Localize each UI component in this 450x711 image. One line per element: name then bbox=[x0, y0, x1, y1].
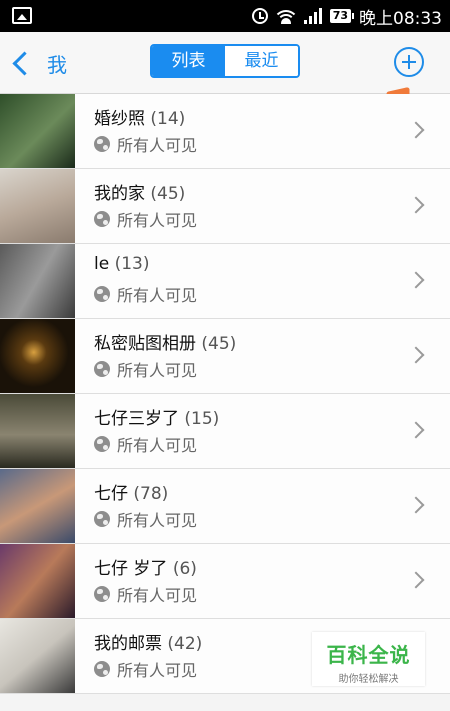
chevron-left-icon bbox=[12, 50, 37, 76]
watermark-subtitle: 助你轻松解决 bbox=[338, 674, 399, 685]
album-privacy: 所有人可见 bbox=[117, 136, 198, 155]
chevron-right-icon bbox=[407, 121, 425, 139]
status-bar-right: 73 晚上08:33 bbox=[251, 0, 442, 32]
gallery-icon bbox=[12, 7, 32, 24]
album-count: (42) bbox=[167, 634, 203, 654]
album-title: 七仔 bbox=[94, 484, 128, 504]
album-list: 婚纱照 (14) 所有人可见 我的家 (45) 所有人可见 le (13) 所有… bbox=[0, 94, 450, 694]
album-row[interactable]: 七仔 岁了 (6) 所有人可见 bbox=[0, 544, 450, 619]
status-time: 晚上08:33 bbox=[359, 8, 442, 29]
globe-icon bbox=[94, 586, 110, 602]
back-button[interactable]: 我 bbox=[10, 46, 67, 80]
album-count: (6) bbox=[172, 559, 197, 579]
album-count: (14) bbox=[150, 109, 186, 129]
album-thumbnail bbox=[0, 469, 75, 543]
album-privacy: 所有人可见 bbox=[117, 586, 198, 605]
album-count: (78) bbox=[133, 484, 169, 504]
tab-list[interactable]: 列表 bbox=[152, 46, 225, 76]
album-title: 七仔三岁了 bbox=[94, 409, 179, 429]
globe-icon bbox=[94, 511, 110, 527]
globe-icon bbox=[94, 661, 110, 677]
album-thumbnail bbox=[0, 94, 75, 168]
album-privacy: 所有人可见 bbox=[117, 286, 198, 305]
globe-icon bbox=[94, 286, 110, 302]
album-count: (45) bbox=[201, 334, 237, 354]
album-title: 七仔 岁了 bbox=[94, 559, 168, 579]
album-count: (13) bbox=[114, 254, 150, 274]
chevron-right-icon bbox=[407, 196, 425, 214]
globe-icon bbox=[94, 136, 110, 152]
globe-icon bbox=[94, 361, 110, 377]
signal-icon bbox=[303, 8, 322, 24]
album-thumbnail bbox=[0, 619, 75, 693]
album-thumbnail bbox=[0, 169, 75, 243]
album-thumbnail bbox=[0, 394, 75, 468]
chevron-right-icon bbox=[407, 346, 425, 364]
chevron-right-icon bbox=[407, 571, 425, 589]
album-privacy: 所有人可见 bbox=[117, 361, 198, 380]
add-album-button[interactable] bbox=[394, 47, 424, 77]
album-title: 我的家 bbox=[94, 184, 145, 204]
album-row[interactable]: 我的家 (45) 所有人可见 bbox=[0, 169, 450, 244]
album-privacy: 所有人可见 bbox=[117, 661, 198, 680]
album-privacy: 所有人可见 bbox=[117, 511, 198, 530]
status-bar: 73 晚上08:33 bbox=[0, 0, 450, 32]
album-title: le bbox=[94, 254, 110, 274]
album-title: 婚纱照 bbox=[94, 109, 145, 129]
album-thumbnail bbox=[0, 244, 75, 318]
chevron-right-icon bbox=[407, 421, 425, 439]
watermark-logo: 百科全说 助你轻松解决 bbox=[312, 632, 425, 686]
album-title: 我的邮票 bbox=[94, 634, 162, 654]
nav-bar: 我 列表 最近 bbox=[0, 32, 450, 94]
album-title: 私密贴图相册 bbox=[94, 334, 196, 354]
globe-icon bbox=[94, 211, 110, 227]
album-privacy: 所有人可见 bbox=[117, 211, 198, 230]
view-segmented-control: 列表 最近 bbox=[150, 44, 300, 78]
album-thumbnail bbox=[0, 544, 75, 618]
album-row[interactable]: 七仔 (78) 所有人可见 bbox=[0, 469, 450, 544]
album-row[interactable]: 婚纱照 (14) 所有人可见 bbox=[0, 94, 450, 169]
album-row[interactable]: 私密贴图相册 (45) 所有人可见 bbox=[0, 319, 450, 394]
back-label: 我 bbox=[47, 52, 67, 77]
album-count: (45) bbox=[150, 184, 186, 204]
wifi-icon bbox=[275, 8, 296, 24]
alarm-icon bbox=[251, 8, 268, 24]
globe-icon bbox=[94, 436, 110, 452]
chevron-right-icon bbox=[407, 496, 425, 514]
watermark-title: 百科全说 bbox=[326, 643, 411, 667]
album-count: (15) bbox=[184, 409, 220, 429]
tab-recent[interactable]: 最近 bbox=[225, 46, 298, 76]
album-row[interactable]: le (13) 所有人可见 bbox=[0, 244, 450, 319]
album-row[interactable]: 七仔三岁了 (15) 所有人可见 bbox=[0, 394, 450, 469]
chevron-right-icon bbox=[407, 271, 425, 289]
album-thumbnail bbox=[0, 319, 75, 393]
album-privacy: 所有人可见 bbox=[117, 436, 198, 455]
battery-indicator: 73 bbox=[329, 9, 355, 23]
